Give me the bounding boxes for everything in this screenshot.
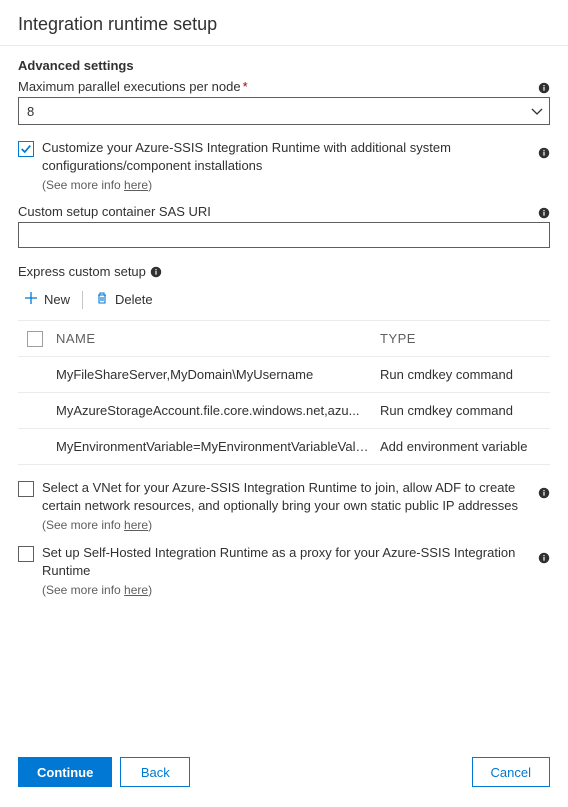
content-area: Advanced settings Maximum parallel execu…: [0, 46, 568, 597]
new-button-label: New: [44, 292, 70, 307]
sas-uri-label-row: Custom setup container SAS URI: [18, 204, 550, 222]
cancel-button[interactable]: Cancel: [472, 757, 550, 787]
info-icon[interactable]: [538, 147, 550, 159]
table-row[interactable]: MyAzureStorageAccount.file.core.windows.…: [18, 393, 550, 429]
row-type: Run cmdkey command: [380, 403, 550, 418]
max-parallel-label-text: Maximum parallel executions per node: [18, 79, 241, 94]
sas-uri-label: Custom setup container SAS URI: [18, 204, 211, 219]
max-parallel-value: 8: [27, 104, 34, 119]
toolbar-separator: [82, 291, 83, 309]
plus-icon: [24, 291, 38, 308]
customize-label: Customize your Azure-SSIS Integration Ru…: [42, 139, 550, 174]
more-info-suffix: ): [148, 178, 152, 192]
max-parallel-label-row: Maximum parallel executions per node *: [18, 79, 550, 97]
proxy-label: Set up Self-Hosted Integration Runtime a…: [42, 544, 550, 579]
max-parallel-select[interactable]: 8: [18, 97, 550, 125]
proxy-block: Set up Self-Hosted Integration Runtime a…: [18, 544, 550, 597]
delete-button[interactable]: Delete: [89, 287, 159, 312]
express-table: NAME TYPE MyFileShareServer,MyDomain\MyU…: [18, 320, 550, 465]
info-icon[interactable]: [538, 82, 550, 94]
customize-here-link[interactable]: here: [124, 178, 148, 192]
row-type: Add environment variable: [380, 439, 550, 454]
info-icon[interactable]: [150, 266, 162, 278]
row-name: MyFileShareServer,MyDomain\MyUsername: [52, 367, 380, 382]
info-icon[interactable]: [538, 487, 550, 499]
col-type: TYPE: [380, 331, 550, 346]
more-info-prefix: (See more info: [42, 178, 124, 192]
info-icon[interactable]: [538, 207, 550, 219]
max-parallel-label: Maximum parallel executions per node *: [18, 79, 248, 94]
vnet-here-link[interactable]: here: [124, 518, 148, 532]
proxy-more-info: (See more info here): [42, 583, 550, 597]
express-setup-label: Express custom setup: [18, 264, 146, 279]
new-button[interactable]: New: [18, 287, 76, 312]
sas-uri-input[interactable]: [18, 222, 550, 248]
continue-button[interactable]: Continue: [18, 757, 112, 787]
more-info-suffix: ): [148, 583, 152, 597]
more-info-prefix: (See more info: [42, 518, 124, 532]
row-name: MyAzureStorageAccount.file.core.windows.…: [52, 403, 380, 418]
col-name: NAME: [52, 331, 380, 346]
info-icon[interactable]: [538, 552, 550, 564]
vnet-label: Select a VNet for your Azure-SSIS Integr…: [42, 479, 550, 514]
table-row[interactable]: MyEnvironmentVariable=MyEnvironmentVaria…: [18, 429, 550, 465]
row-type: Run cmdkey command: [380, 367, 550, 382]
row-name: MyEnvironmentVariable=MyEnvironmentVaria…: [52, 439, 380, 454]
trash-icon: [95, 291, 109, 308]
express-setup-label-row: Express custom setup: [18, 264, 550, 279]
delete-button-label: Delete: [115, 292, 153, 307]
back-button[interactable]: Back: [120, 757, 190, 787]
express-toolbar: New Delete: [18, 287, 550, 312]
page-title: Integration runtime setup: [0, 0, 568, 46]
select-all-checkbox[interactable]: [27, 331, 43, 347]
vnet-checkbox[interactable]: [18, 481, 34, 497]
more-info-suffix: ): [148, 518, 152, 532]
chevron-down-icon: [531, 106, 541, 116]
advanced-settings-heading: Advanced settings: [18, 58, 550, 73]
proxy-checkbox[interactable]: [18, 546, 34, 562]
more-info-prefix: (See more info: [42, 583, 124, 597]
proxy-here-link[interactable]: here: [124, 583, 148, 597]
table-row[interactable]: MyFileShareServer,MyDomain\MyUsername Ru…: [18, 357, 550, 393]
vnet-block: Select a VNet for your Azure-SSIS Integr…: [18, 479, 550, 532]
required-asterisk: *: [243, 79, 248, 94]
vnet-more-info: (See more info here): [42, 518, 550, 532]
table-header: NAME TYPE: [18, 321, 550, 357]
customize-block: Customize your Azure-SSIS Integration Ru…: [18, 139, 550, 192]
footer: Continue Back Cancel: [0, 743, 568, 807]
customize-more-info: (See more info here): [42, 178, 550, 192]
customize-checkbox[interactable]: [18, 141, 34, 157]
